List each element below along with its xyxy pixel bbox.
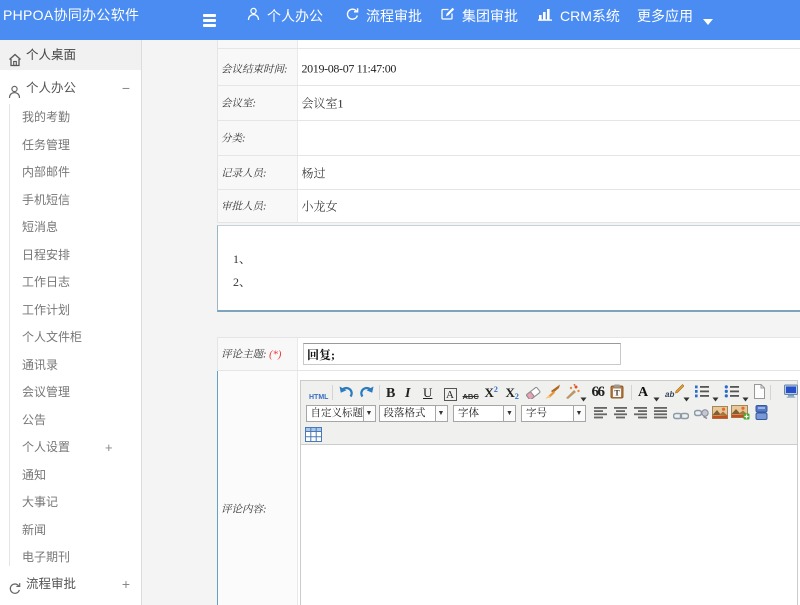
svg-text:T: T xyxy=(614,389,620,398)
